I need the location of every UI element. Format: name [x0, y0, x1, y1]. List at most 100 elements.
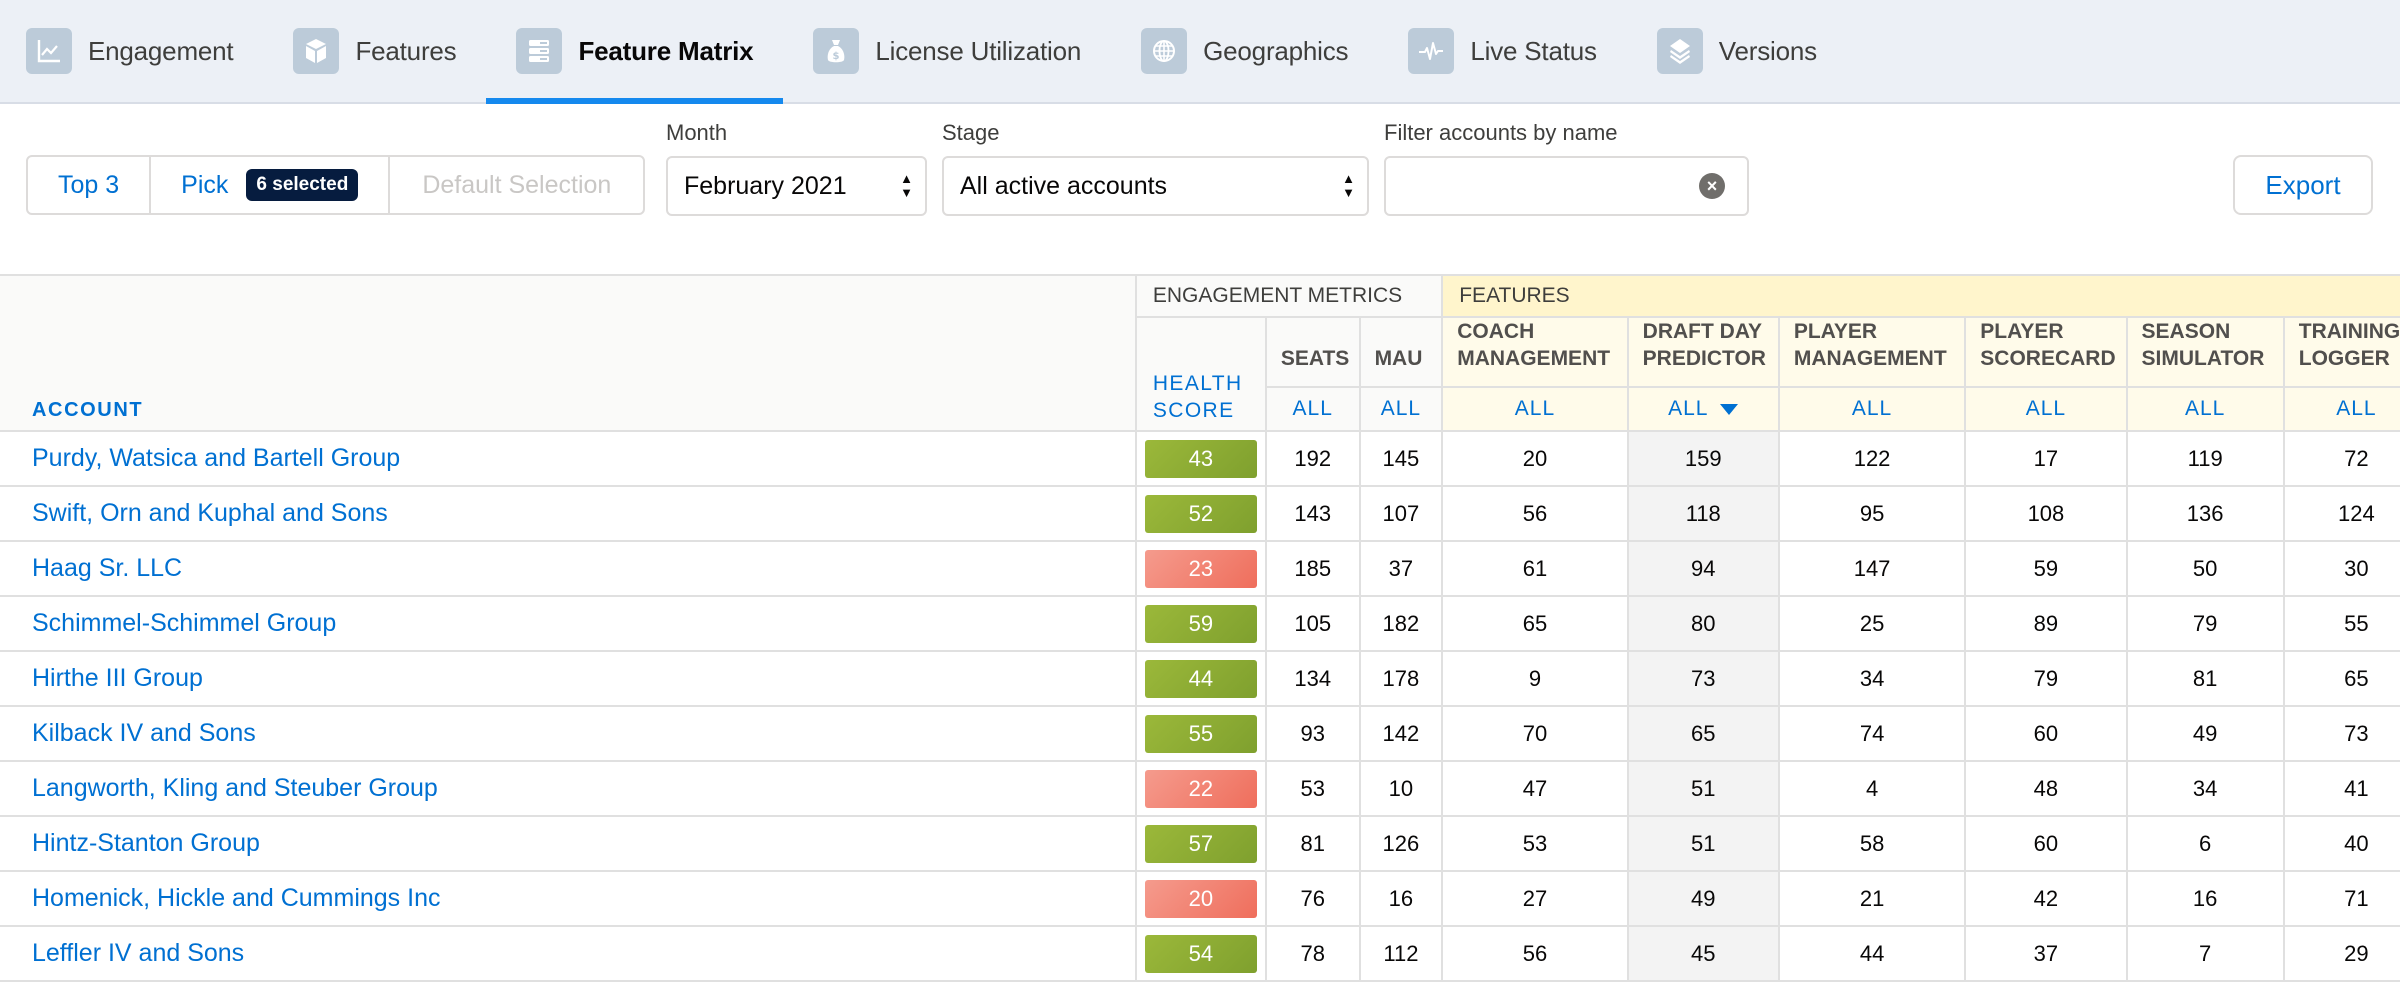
filter-all-player-management[interactable]: ALL: [1777, 386, 1967, 432]
column-header-season-simulator[interactable]: SEASON SIMULATOR: [2125, 316, 2285, 388]
default-selection-button[interactable]: Default Selection: [390, 157, 643, 213]
metric-cell: 45: [1626, 925, 1780, 982]
metric-cell: 74: [1777, 705, 1967, 762]
cube-icon: [293, 28, 340, 74]
metric-cell: 56: [1441, 925, 1629, 982]
metric-cell: 72: [2282, 430, 2400, 487]
table-row: Swift, Orn and Kuphal and Sons 52 143 107 56…: [0, 485, 2400, 542]
account-link[interactable]: Haag Sr. LLC: [0, 540, 1137, 597]
tab-features[interactable]: Features: [293, 0, 486, 102]
metric-cell: 76: [1264, 870, 1361, 927]
tab-live-status[interactable]: Live Status: [1408, 0, 1626, 102]
metric-cell: 55: [2282, 595, 2400, 652]
metric-cell: 29: [2282, 925, 2400, 982]
filter-all-player-scorecard[interactable]: ALL: [1964, 386, 2128, 432]
metric-cell: 53: [1441, 815, 1629, 872]
metric-cell: 89: [1964, 595, 2128, 652]
table-row: Schimmel-Schimmel Group 59 105 182 65 80 25 89 7…: [0, 595, 2400, 652]
health-score-cell: 43: [1134, 430, 1267, 487]
pulse-icon: [1408, 28, 1455, 74]
health-score-column-header[interactable]: HEALTH SCORE: [1134, 316, 1267, 432]
metric-cell: 6: [2125, 815, 2285, 872]
month-select[interactable]: February 2021 ▲ ▼: [666, 156, 927, 216]
export-button[interactable]: Export: [2233, 155, 2373, 215]
health-score-badge: 23: [1144, 549, 1257, 588]
filter-all-mau[interactable]: ALL: [1358, 386, 1444, 432]
metric-cell: 136: [2125, 485, 2285, 542]
health-score-badge: 44: [1144, 659, 1257, 698]
metric-cell: 80: [1626, 595, 1780, 652]
metric-cell: 47: [1441, 760, 1629, 817]
account-link[interactable]: Swift, Orn and Kuphal and Sons: [0, 485, 1137, 542]
table-row: Purdy, Watsica and Bartell Group 43 192 145…: [0, 430, 2400, 487]
month-label: Month: [666, 120, 728, 145]
account-link[interactable]: Homenick, Hickle and Cummings Inc: [0, 870, 1137, 927]
metric-cell: 143: [1264, 485, 1361, 542]
metric-cell: 65: [2282, 650, 2400, 707]
column-header-seats[interactable]: SEATS: [1264, 316, 1361, 388]
metric-cell: 112: [1358, 925, 1444, 982]
metric-cell: 107: [1358, 485, 1444, 542]
metric-cell: 192: [1264, 430, 1361, 487]
metric-cell: 27: [1441, 870, 1629, 927]
filter-all-coach-management[interactable]: ALL: [1441, 386, 1629, 432]
tab-engagement[interactable]: Engagement: [26, 0, 263, 102]
column-header-player-management[interactable]: PLAYER MANAGEMENT: [1777, 316, 1967, 388]
metric-cell: 95: [1777, 485, 1967, 542]
health-score-badge: 22: [1144, 769, 1257, 808]
column-header-training-logger[interactable]: TRAINING LOGGER: [2282, 316, 2400, 388]
account-link[interactable]: Leffler IV and Sons: [0, 925, 1137, 982]
metric-cell: 16: [1358, 870, 1444, 927]
filter-all-season-simulator[interactable]: ALL: [2125, 386, 2285, 432]
tab-bar: Engagement Features Feature Matrix $ Lic…: [0, 0, 2400, 104]
tab-versions[interactable]: Versions: [1656, 0, 1847, 102]
filter-all-training-logger[interactable]: ALL: [2282, 386, 2400, 432]
tab-geographics[interactable]: Geographics: [1141, 0, 1378, 102]
column-header-coach-management[interactable]: COACH MANAGEMENT: [1441, 316, 1629, 388]
column-header-mau[interactable]: MAU: [1358, 316, 1444, 388]
metric-cell: 60: [1964, 705, 2128, 762]
top3-label: Top 3: [58, 170, 120, 199]
selection-mode-group: Top 3 Pick 6 selected Default Selection: [26, 155, 646, 215]
filter-all-draft-day-predictor[interactable]: ALL: [1626, 386, 1780, 432]
metric-cell: 25: [1777, 595, 1967, 652]
top3-button[interactable]: Top 3: [28, 157, 152, 213]
metric-cell: 94: [1626, 540, 1780, 597]
account-filter-input[interactable]: ×: [1384, 156, 1749, 216]
metric-cell: 53: [1264, 760, 1361, 817]
month-field: Month February 2021 ▲ ▼: [666, 120, 927, 216]
account-link[interactable]: Langworth, Kling and Steuber Group: [0, 760, 1137, 817]
account-link[interactable]: Schimmel-Schimmel Group: [0, 595, 1137, 652]
account-column-header[interactable]: ACCOUNT: [0, 274, 1137, 432]
filter-all-seats[interactable]: ALL: [1264, 386, 1361, 432]
metric-cell: 134: [1264, 650, 1361, 707]
account-link[interactable]: Hintz-Stanton Group: [0, 815, 1137, 872]
money-bag-icon: $: [813, 28, 860, 74]
column-header-player-scorecard[interactable]: PLAYER SCORECARD: [1964, 316, 2128, 388]
metric-cell: 37: [1964, 925, 2128, 982]
select-arrows-icon: ▲ ▼: [900, 171, 913, 200]
metric-cell: 79: [2125, 595, 2285, 652]
metric-cell: 10: [1358, 760, 1444, 817]
metric-cell: 147: [1777, 540, 1967, 597]
default-selection-label: Default Selection: [422, 170, 612, 199]
column-header-draft-day-predictor[interactable]: DRAFT DAY PREDICTOR: [1626, 316, 1780, 388]
pick-button[interactable]: Pick 6 selected: [151, 157, 391, 213]
account-link[interactable]: Hirthe III Group: [0, 650, 1137, 707]
health-score-badge: 43: [1144, 439, 1257, 478]
metric-cell: 48: [1964, 760, 2128, 817]
metric-cell: 21: [1777, 870, 1967, 927]
account-link[interactable]: Purdy, Watsica and Bartell Group: [0, 430, 1137, 487]
metric-cell: 44: [1777, 925, 1967, 982]
table-row: Hintz-Stanton Group 57 81 126 53 51 58 60 6 40: [0, 815, 2400, 872]
pick-label: Pick: [181, 170, 229, 199]
health-score-badge: 59: [1144, 604, 1257, 643]
tab-feature-matrix[interactable]: Feature Matrix: [486, 0, 784, 104]
stage-select[interactable]: All active accounts ▲ ▼: [942, 156, 1369, 216]
matrix-icon: [516, 28, 563, 74]
metric-cell: 122: [1777, 430, 1967, 487]
account-link[interactable]: Kilback IV and Sons: [0, 705, 1137, 762]
metric-cell: 37: [1358, 540, 1444, 597]
tab-license-utilization[interactable]: $ License Utilization: [813, 0, 1111, 102]
clear-icon[interactable]: ×: [1699, 173, 1725, 199]
